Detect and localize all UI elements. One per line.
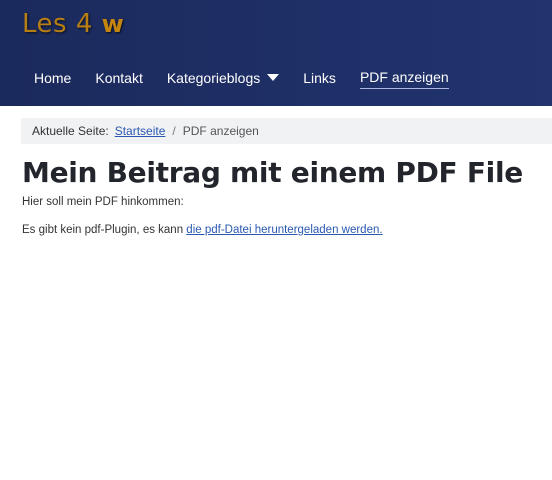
page-title: Mein Beitrag mit einem PDF File [22, 156, 523, 189]
site-logo[interactable]: Les 4 w [22, 9, 124, 39]
breadcrumb: Aktuelle Seite: Startseite / PDF anzeige… [21, 118, 552, 144]
chevron-down-icon[interactable] [267, 74, 280, 81]
article-paragraph-2: Es gibt kein pdf-Plugin, es kann die pdf… [22, 224, 383, 236]
pdf-download-link[interactable]: die pdf-Datei heruntergeladen werden. [186, 224, 382, 236]
breadcrumb-prefix: Aktuelle Seite: [32, 124, 109, 138]
logo-text-part1: Les 4 [22, 9, 102, 39]
nav-item-kategorieblogs[interactable]: Kategorieblogs [166, 69, 280, 89]
breadcrumb-current: PDF anzeigen [182, 124, 259, 138]
nav-item-kategorieblogs-label: Kategorieblogs [166, 69, 261, 86]
nav-item-links[interactable]: Links [303, 70, 336, 89]
site-header: Les 4 w Home Kontakt Kategorieblogs Link… [0, 0, 552, 106]
article-paragraph-1: Hier soll mein PDF hinkommen: [22, 196, 184, 208]
nav-item-kontakt[interactable]: Kontakt [95, 70, 142, 89]
breadcrumb-separator: / [172, 124, 176, 138]
article-paragraph-2-text: Es gibt kein pdf-Plugin, es kann [22, 224, 187, 236]
main-nav: Home Kontakt Kategorieblogs Links PDF an… [22, 69, 461, 89]
breadcrumb-home-link[interactable]: Startseite [115, 124, 166, 138]
nav-item-pdf-anzeigen[interactable]: PDF anzeigen [359, 69, 449, 89]
nav-item-home[interactable]: Home [34, 70, 71, 89]
logo-text-part2: w [101, 10, 125, 38]
